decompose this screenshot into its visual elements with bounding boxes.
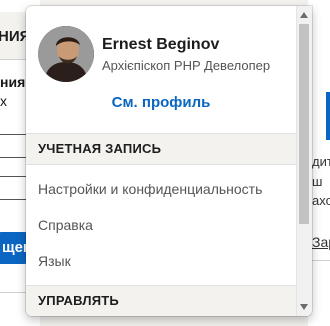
background-right-text-2: ш [312, 174, 323, 189]
section-header-manage: УПРАВЛЯТЬ [26, 285, 296, 316]
background-right-text-3: ахо [312, 193, 330, 208]
profile-card: Ernest Beginov Архієпіскоп PHP Девелопер… [26, 6, 296, 133]
menu-item-settings-privacy[interactable]: Настройки и конфиденциальность [26, 172, 296, 206]
background-left-label: ния [0, 74, 26, 90]
menu-item-language[interactable]: Язык [26, 244, 296, 278]
scroll-down-icon[interactable] [296, 300, 312, 314]
profile-name[interactable]: Ernest Beginov [102, 36, 219, 54]
view-profile-link[interactable]: См. профиль [26, 94, 296, 111]
background-right-text-1: дит [312, 154, 330, 169]
scroll-up-icon[interactable] [296, 8, 312, 22]
menu-item-help[interactable]: Справка [26, 208, 296, 242]
profile-headline: Архієпіскоп PHP Девелопер [102, 58, 271, 73]
section-header-account: УЧЕТНАЯ ЗАПИСЬ [26, 133, 296, 165]
background-right-accent [326, 92, 330, 140]
avatar[interactable] [38, 26, 94, 82]
account-dropdown-menu: Ernest Beginov Архієпіскоп PHP Девелопер… [26, 6, 312, 316]
avatar-photo-icon [38, 26, 94, 82]
scrollbar-thumb[interactable] [299, 24, 309, 224]
background-right-link[interactable]: Зар [312, 234, 330, 250]
dropdown-scroll-content: Ernest Beginov Архієпіскоп PHP Девелопер… [26, 6, 296, 316]
background-left-sublabel: х [0, 93, 7, 109]
